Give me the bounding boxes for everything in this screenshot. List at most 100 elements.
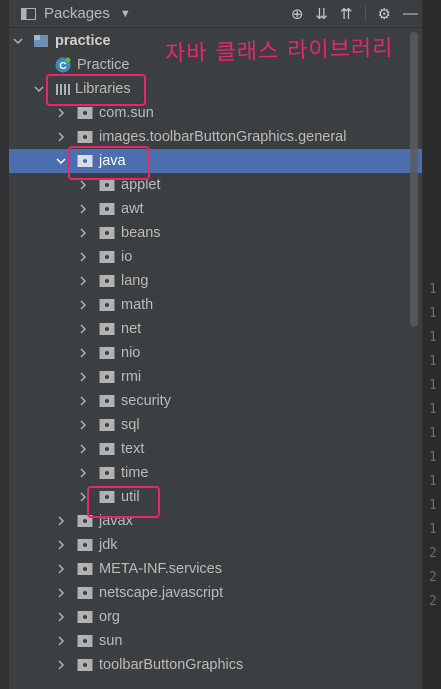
tree-node-package[interactable]: security xyxy=(9,389,422,413)
chevron-right-icon[interactable] xyxy=(77,419,89,431)
tree-node-package[interactable]: jdk xyxy=(9,533,422,557)
chevron-right-icon[interactable] xyxy=(77,179,89,191)
expand-all-icon[interactable]: ⇊ xyxy=(315,5,328,23)
package-icon xyxy=(99,395,115,407)
chevron-right-icon[interactable] xyxy=(55,107,67,119)
tree-node-package[interactable]: util xyxy=(9,485,422,509)
chevron-right-icon[interactable] xyxy=(55,131,67,143)
tree-label: META-INF.services xyxy=(99,561,222,577)
tree-node-libraries[interactable]: Libraries xyxy=(9,77,422,101)
line-number: 1 xyxy=(429,522,437,537)
tree-label: com.sun xyxy=(99,105,154,121)
line-number: 1 xyxy=(429,450,437,465)
tree-node-package[interactable]: toolbarButtonGraphics xyxy=(9,653,422,677)
settings-icon[interactable]: ⚙ xyxy=(378,5,391,23)
tree-label: time xyxy=(121,465,149,481)
collapse-all-icon[interactable]: ⇈ xyxy=(340,5,353,23)
package-icon xyxy=(77,515,93,527)
tree-node-package[interactable]: com.sun xyxy=(9,101,422,125)
chevron-right-icon[interactable] xyxy=(77,299,89,311)
tree-node-package[interactable]: images.toolbarButtonGraphics.general xyxy=(9,125,422,149)
line-number: 2 xyxy=(429,570,437,585)
chevron-right-icon[interactable] xyxy=(77,371,89,383)
tree-node-package[interactable]: META-INF.services xyxy=(9,557,422,581)
tree-node-package-selected[interactable]: java xyxy=(9,149,422,173)
package-icon xyxy=(99,419,115,431)
package-icon xyxy=(77,587,93,599)
chevron-down-icon[interactable] xyxy=(12,35,24,47)
chevron-right-icon[interactable] xyxy=(77,443,89,455)
tree-node-package[interactable]: applet xyxy=(9,173,422,197)
tree-label: net xyxy=(121,321,142,337)
tree-node-package[interactable]: javax xyxy=(9,509,422,533)
chevron-right-icon[interactable] xyxy=(77,323,89,335)
tree-node-package[interactable]: time xyxy=(9,461,422,485)
line-number: 1 xyxy=(429,282,437,297)
chevron-right-icon[interactable] xyxy=(77,395,89,407)
folder-icon xyxy=(21,8,36,20)
chevron-right-icon[interactable] xyxy=(77,203,89,215)
chevron-right-icon[interactable] xyxy=(55,539,67,551)
chevron-down-icon[interactable] xyxy=(33,83,45,95)
editor-gutter: 1 1 1 1 1 1 1 1 1 1 1 2 2 2 xyxy=(422,0,441,689)
tree-label: lang xyxy=(121,273,149,289)
package-icon xyxy=(99,467,115,479)
view-selector[interactable]: Packages ▼ xyxy=(21,5,131,22)
tree-label: util xyxy=(121,489,140,505)
tree-label: io xyxy=(121,249,133,265)
tree-label: rmi xyxy=(121,369,142,385)
line-number: 1 xyxy=(429,498,437,513)
minimize-icon[interactable]: — xyxy=(403,5,418,22)
tree-label: applet xyxy=(121,177,161,193)
tree-label: practice xyxy=(55,33,111,49)
chevron-right-icon[interactable] xyxy=(55,659,67,671)
tree-node-package[interactable]: rmi xyxy=(9,365,422,389)
chevron-right-icon[interactable] xyxy=(77,491,89,503)
chevron-right-icon[interactable] xyxy=(77,467,89,479)
chevron-right-icon[interactable] xyxy=(55,563,67,575)
project-module-icon xyxy=(34,35,48,47)
package-icon xyxy=(99,371,115,383)
tree-node-package[interactable]: text xyxy=(9,437,422,461)
chevron-right-icon[interactable] xyxy=(77,251,89,263)
package-icon xyxy=(99,179,115,191)
tree-label: sun xyxy=(99,633,123,649)
package-icon xyxy=(99,443,115,455)
tree-node-package[interactable]: awt xyxy=(9,197,422,221)
chevron-right-icon[interactable] xyxy=(55,611,67,623)
tree-label: jdk xyxy=(99,537,118,553)
tree-node-package[interactable]: nio xyxy=(9,341,422,365)
package-icon xyxy=(77,611,93,623)
tree-node-package[interactable]: net xyxy=(9,317,422,341)
vertical-scrollbar[interactable] xyxy=(410,32,418,327)
chevron-right-icon[interactable] xyxy=(55,635,67,647)
tree-label: beans xyxy=(121,225,161,241)
package-icon xyxy=(99,227,115,239)
chevron-right-icon[interactable] xyxy=(77,275,89,287)
svg-text:C: C xyxy=(59,61,66,72)
package-icon xyxy=(77,107,93,119)
tree-node-package[interactable]: org xyxy=(9,605,422,629)
line-number: 1 xyxy=(429,402,437,417)
chevron-right-icon[interactable] xyxy=(77,347,89,359)
tree-node-package[interactable]: math xyxy=(9,293,422,317)
locate-icon[interactable]: ⊕ xyxy=(291,5,304,23)
chevron-right-icon[interactable] xyxy=(55,587,67,599)
tree-node-package[interactable]: sql xyxy=(9,413,422,437)
line-number: 1 xyxy=(429,378,437,393)
chevron-down-icon[interactable] xyxy=(55,155,67,167)
chevron-right-icon[interactable] xyxy=(55,515,67,527)
package-icon xyxy=(99,491,115,503)
tree-node-package[interactable]: netscape.javascript xyxy=(9,581,422,605)
tree-label: org xyxy=(99,609,120,625)
annotation-note: 자바 클래스 라이브러리 xyxy=(164,36,394,67)
chevron-down-icon: ▼ xyxy=(119,7,131,20)
tree-node-package[interactable]: lang xyxy=(9,269,422,293)
chevron-right-icon[interactable] xyxy=(77,227,89,239)
tree-node-package[interactable]: beans xyxy=(9,221,422,245)
tree-node-package[interactable]: sun xyxy=(9,629,422,653)
package-icon xyxy=(99,275,115,287)
tree-node-package[interactable]: io xyxy=(9,245,422,269)
line-number: 1 xyxy=(429,426,437,441)
java-class-icon: C xyxy=(55,57,71,73)
